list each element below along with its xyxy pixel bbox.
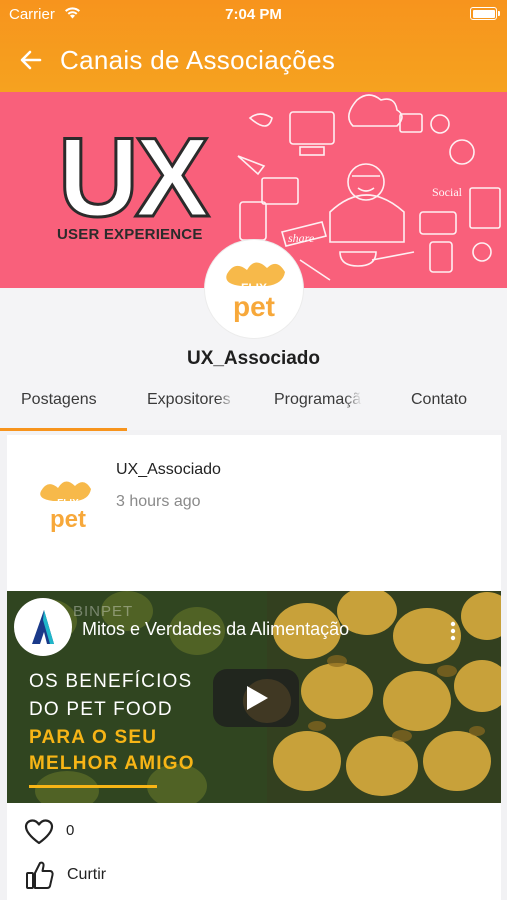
channel-avatar: FLIX pet <box>205 240 303 338</box>
post-card: FLIX pet UX_Associado 3 hours ago BINPET… <box>7 435 501 900</box>
heart-icon[interactable] <box>24 818 54 846</box>
tab-programacao[interactable]: Programação <box>274 391 362 409</box>
post-avatar-bottom: pet <box>50 506 86 533</box>
video-title: Mitos e Verdades da Alimentação <box>82 619 350 639</box>
channel-tabs: Postagens Expositores Programação Contat… <box>0 385 507 433</box>
tab-postagens[interactable]: Postagens <box>21 391 97 409</box>
back-arrow-icon[interactable] <box>18 47 44 73</box>
like-count: 0 <box>66 822 75 839</box>
banner-caption: USER EXPERIENCE <box>57 226 203 243</box>
video-text-line-3: PARA O SEU <box>29 727 158 748</box>
flixpet-logo: FLIX pet <box>226 262 285 322</box>
battery-icon <box>470 7 500 20</box>
app-header: Carrier 7:04 PM Canais de Associações <box>0 0 507 92</box>
video-text-line-4: MELHOR AMIGO <box>29 753 195 774</box>
flixpet-logo-bottom: pet <box>233 291 275 322</box>
binpet-logo-icon <box>32 610 54 644</box>
like-button[interactable]: Curtir <box>7 857 501 893</box>
svg-text:Social: Social <box>432 185 463 199</box>
play-button[interactable] <box>213 669 299 727</box>
status-time: 7:04 PM <box>225 6 282 23</box>
page-title: Canais de Associações <box>60 45 336 75</box>
tab-expositores[interactable]: Expositores <box>147 391 235 409</box>
video-channel-brand: BINPET <box>73 603 134 620</box>
status-bar: Carrier 7:04 PM <box>0 0 507 28</box>
video-channel-logo[interactable] <box>14 598 72 656</box>
video-text-line-1: OS BENEFÍCIOS <box>29 671 193 692</box>
video-text-line-2: DO PET FOOD <box>29 699 173 720</box>
video-embed[interactable]: BINPET Mitos e Verdades da Alimentação O… <box>7 591 501 803</box>
like-row: 0 <box>7 813 501 849</box>
post-author-avatar: FLIX pet <box>40 481 91 533</box>
channel-name: UX_Associado <box>186 348 321 369</box>
active-tab-indicator <box>0 428 127 431</box>
post-timestamp: 3 hours ago <box>116 493 201 510</box>
thumbs-up-icon <box>26 861 54 889</box>
like-label: Curtir <box>67 866 107 883</box>
more-options-icon[interactable] <box>447 619 459 643</box>
video-text-underline <box>29 785 157 788</box>
post-author[interactable]: UX_Associado <box>116 461 221 479</box>
nav-bar: Canais de Associações <box>0 40 507 80</box>
banner-logo-ux: UX <box>58 115 209 240</box>
tab-contato[interactable]: Contato <box>411 391 467 409</box>
